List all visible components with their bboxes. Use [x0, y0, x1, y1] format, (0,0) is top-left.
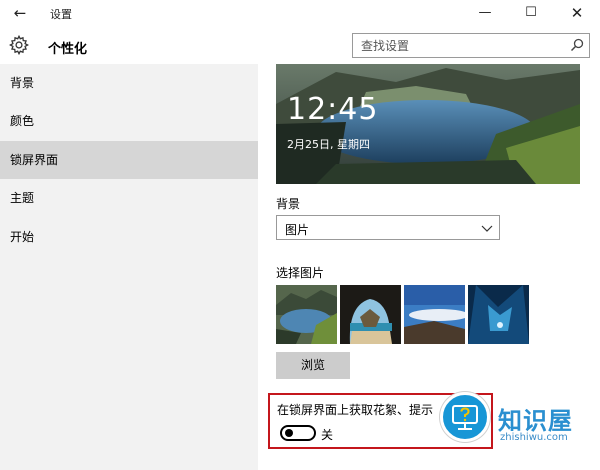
lock-screen-preview: 12:45 2月25日, 星期四 [276, 64, 580, 184]
choose-picture-label: 选择图片 [276, 266, 325, 280]
page-header: 个性化 [0, 26, 600, 64]
sidebar-item-background[interactable]: 背景 [0, 64, 258, 102]
search-icon[interactable] [569, 37, 585, 53]
watermark-title: 知识屋 [498, 407, 573, 435]
close-button[interactable]: ✕ [554, 0, 600, 26]
minimize-button[interactable]: — [462, 0, 508, 26]
question-monitor-icon [452, 405, 478, 430]
thumbnail-desert-sky[interactable] [404, 285, 465, 344]
thumbnail-cave-beach[interactable] [340, 285, 401, 344]
sidebar-item-lock-screen[interactable]: 锁屏界面 [0, 141, 258, 179]
page-title: 个性化 [48, 42, 88, 57]
thumbnail-ice-cave[interactable] [468, 285, 529, 344]
spotlight-label: 在锁屏界面上获取花絮、提示 [277, 403, 434, 417]
sidebar-item-themes[interactable]: 主题 [0, 179, 258, 217]
maximize-button[interactable]: ☐ [508, 0, 554, 26]
chevron-down-icon [481, 225, 493, 232]
app-title: 设置 [50, 8, 72, 21]
lock-time: 12:45 [287, 92, 379, 127]
thumbnail-lake[interactable] [276, 285, 337, 344]
sidebar-item-colors[interactable]: 颜色 [0, 102, 258, 140]
title-bar: ← 设置 — ☐ ✕ [0, 0, 600, 26]
lock-date: 2月25日, 星期四 [287, 138, 370, 151]
watermark-subtitle: zhishiwu.com [500, 432, 568, 443]
spotlight-toggle-state: 关 [321, 428, 334, 442]
search-input[interactable] [353, 34, 563, 57]
browse-button[interactable]: 浏览 [276, 352, 350, 379]
back-button[interactable]: ← [8, 3, 32, 23]
background-dropdown-value: 图片 [285, 223, 310, 237]
sidebar: 背景 颜色 锁屏界面 主题 开始 [0, 64, 258, 470]
background-label: 背景 [276, 197, 301, 211]
sidebar-item-start[interactable]: 开始 [0, 218, 258, 256]
toggle-knob [285, 429, 293, 437]
search-box[interactable] [352, 33, 590, 58]
gear-icon [9, 34, 29, 56]
watermark-logo [440, 392, 490, 442]
background-dropdown[interactable]: 图片 [276, 215, 500, 240]
spotlight-toggle[interactable] [280, 425, 316, 441]
